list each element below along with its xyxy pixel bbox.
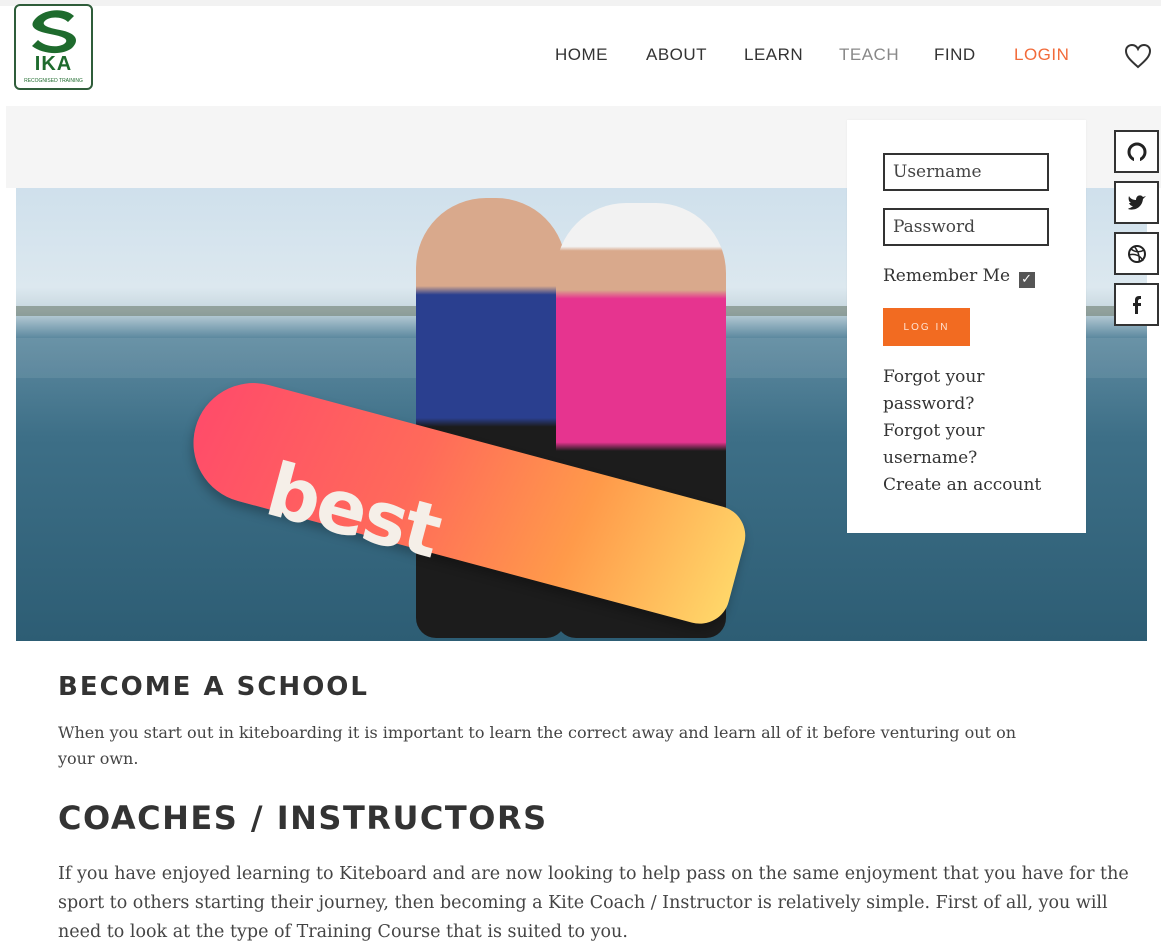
- logo-subtext: RECOGNISED TRAINING: [24, 78, 83, 84]
- facebook-button[interactable]: [1114, 283, 1159, 326]
- forgot-password-link[interactable]: Forgot your password?: [883, 364, 985, 418]
- dribbble-button[interactable]: [1114, 232, 1159, 275]
- site-header: IKA RECOGNISED TRAINING HOME ABOUT LEARN…: [0, 0, 1161, 106]
- github-icon: [1127, 142, 1146, 162]
- become-school-line1: When you start out in kiteboarding it is…: [58, 723, 1016, 742]
- forgot-password-line2: password?: [883, 394, 975, 414]
- github-button[interactable]: [1114, 130, 1159, 173]
- forgot-username-link[interactable]: Forgot your username?: [883, 418, 985, 472]
- remember-me: Remember Me ✓: [883, 266, 1035, 288]
- nav-find[interactable]: FIND: [934, 45, 976, 65]
- coaches-line3: need to look at the type of Training Cou…: [58, 922, 628, 942]
- username-input[interactable]: [883, 153, 1049, 191]
- login-widget: Remember Me ✓ LOG IN Forgot your passwor…: [847, 120, 1086, 533]
- nav-about[interactable]: ABOUT: [646, 45, 707, 65]
- nav-teach[interactable]: TEACH: [839, 45, 899, 65]
- nav-login[interactable]: LOGIN: [1014, 45, 1069, 65]
- remember-me-checkbox[interactable]: ✓: [1018, 272, 1035, 288]
- coaches-line1: If you have enjoyed learning to Kiteboar…: [58, 864, 1129, 884]
- twitter-icon: [1127, 195, 1146, 210]
- header-top-strip: [0, 0, 1161, 6]
- forgot-username-line1: Forgot your: [883, 421, 985, 441]
- dribbble-icon: [1127, 245, 1146, 263]
- nav-learn[interactable]: LEARN: [744, 45, 803, 65]
- remember-me-label: Remember Me: [883, 266, 1011, 286]
- become-school-line2: your own.: [58, 749, 139, 768]
- become-school-text: When you start out in kiteboarding it is…: [58, 720, 1118, 772]
- coaches-text: If you have enjoyed learning to Kiteboar…: [58, 860, 1158, 947]
- twitter-button[interactable]: [1114, 181, 1159, 224]
- login-button[interactable]: LOG IN: [883, 308, 970, 346]
- become-school-heading: BECOME A SCHOOL: [58, 672, 369, 702]
- create-account-link[interactable]: Create an account: [883, 472, 1041, 499]
- coaches-heading: COACHES / INSTRUCTORS: [58, 799, 548, 837]
- coaches-line2: sport to others starting their journey, …: [58, 893, 1108, 913]
- password-input[interactable]: [883, 208, 1049, 246]
- forgot-password-line1: Forgot your: [883, 367, 985, 387]
- facebook-icon: [1132, 296, 1141, 314]
- main-nav: HOME ABOUT LEARN TEACH FIND LOGIN: [0, 45, 1161, 69]
- heart-icon[interactable]: [1124, 43, 1152, 69]
- forgot-username-line2: username?: [883, 448, 978, 468]
- nav-home[interactable]: HOME: [555, 45, 608, 65]
